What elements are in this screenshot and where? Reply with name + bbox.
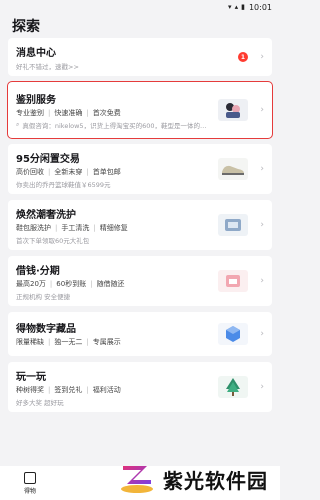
tag: 最高20万 <box>16 279 46 288</box>
card-tags: 鞋包服洗护 | 手工清洗 | 精细修复 <box>16 223 128 232</box>
card-tags: 限量稀缺 | 独一无二 | 专属展示 <box>16 337 121 346</box>
card-tags: 最高20万 | 60秒到账 | 随借随还 <box>16 279 125 288</box>
tag: 快速准确 <box>54 108 83 117</box>
watermark: 紫光软件园 <box>117 462 268 496</box>
card-subtitle: 好礼不错过，速戳>> <box>16 62 79 71</box>
card-subtitle: 好多大奖 超好玩 <box>16 398 64 407</box>
card-messages[interactable]: 消息中心 好礼不错过，速戳>> 1 › <box>8 38 272 76</box>
card-loan[interactable]: 借钱·分期 最高20万 | 60秒到账 | 随借随还 正规机构 安全便捷 › <box>8 256 272 306</box>
tag: 专业鉴别 <box>16 108 44 117</box>
card-title: 借钱·分期 <box>16 265 60 277</box>
card-care[interactable]: 焕然潮奢洗护 鞋包服洗护 | 手工清洗 | 精细修复 首次下单领取60元大礼包 › <box>8 200 272 250</box>
tag: 专属展示 <box>92 337 121 346</box>
card-title: 焕然潮奢洗护 <box>16 209 76 221</box>
card-title: 消息中心 <box>16 47 56 59</box>
cube-icon <box>218 323 248 345</box>
signal-icon: ▴ <box>234 3 239 11</box>
card-tags: 种树得奖 | 签到兑礼 | 福利活动 <box>16 385 121 394</box>
chevron-right-icon: › <box>260 164 264 174</box>
tag: 精细修复 <box>99 223 128 232</box>
search-icon: ⌕ <box>16 120 20 128</box>
card-subtitle: 你卖出的乔丹篮球鞋值￥6599元 <box>16 180 111 189</box>
wallet-icon <box>218 270 248 292</box>
tag: 独一无二 <box>54 337 83 346</box>
tag: 首单包邮 <box>92 167 121 176</box>
card-digital[interactable]: 得物数字藏品 限量稀缺 | 独一无二 | 专属展示 › <box>8 312 272 356</box>
tag: 种树得奖 <box>16 385 44 394</box>
card-title: 得物数字藏品 <box>16 323 76 335</box>
card-title: 玩一玩 <box>16 371 46 383</box>
card-auth-service[interactable]: 鉴别服务 专业鉴别 | 快速准确 | 首次免费 ⌕ 真假咨询：nikelow5，识货… <box>7 81 273 139</box>
battery-icon: ▮ <box>241 3 245 11</box>
home-icon <box>24 471 36 484</box>
page-title: 探索 <box>12 19 40 35</box>
status-time: 10:01 <box>248 2 272 12</box>
explore-list: 消息中心 好礼不错过，速戳>> 1 › 鉴别服务 专业鉴别 | 快速准确 | 首次免… <box>0 38 280 412</box>
tag: 手工清洗 <box>61 223 90 232</box>
watermark-text: 紫光软件园 <box>163 468 268 493</box>
chevron-right-icon: › <box>260 220 264 230</box>
tag: 签到兑礼 <box>54 385 83 394</box>
card-tags: 专业鉴别 | 快速准确 | 首次免费 <box>16 108 121 117</box>
tag: 鞋包服洗护 <box>16 223 51 232</box>
washing-service-icon <box>218 214 248 236</box>
chevron-right-icon: › <box>260 382 264 392</box>
tag: 随借随还 <box>96 279 125 288</box>
status-bar: ▾ ▴ ▮ 10:01 <box>0 0 280 14</box>
tag: 高价回收 <box>16 167 44 176</box>
chevron-right-icon: › <box>260 329 264 339</box>
tab-label: 得物 <box>24 487 37 495</box>
card-trade[interactable]: 95分闲置交易 高价回收 | 全新未穿 | 首单包邮 你卖出的乔丹篮球鞋值￥6599… <box>8 144 272 194</box>
card-subtitle: 正规机构 安全便捷 <box>16 292 71 301</box>
status-icons: ▾ ▴ ▮ <box>228 3 245 11</box>
tree-icon <box>218 376 248 398</box>
card-tags: 高价回收 | 全新未穿 | 首单包邮 <box>16 167 121 176</box>
watermark-logo-icon <box>121 466 153 493</box>
chevron-right-icon: › <box>260 105 264 115</box>
card-title: 鉴别服务 <box>16 94 56 106</box>
chevron-right-icon: › <box>260 52 264 62</box>
chevron-right-icon: › <box>260 276 264 286</box>
tag: 首次免费 <box>92 108 121 117</box>
unread-badge: 1 <box>238 52 248 62</box>
consult-line: ⌕ 真假咨询：nikelow5，识货上得淘宝买的600，鞋型是一体的下不了 <box>16 120 210 130</box>
card-subtitle: 真假咨询：nikelow5，识货上得淘宝买的600，鞋型是一体的下不了 <box>22 121 210 130</box>
tab-dewu[interactable]: 得物 <box>24 471 37 495</box>
card-play[interactable]: 玩一玩 种树得奖 | 签到兑礼 | 福利活动 好多大奖 超好玩 › <box>8 362 272 412</box>
tag: 60秒到账 <box>56 279 87 288</box>
tag: 福利活动 <box>92 385 121 394</box>
tag: 全新未穿 <box>54 167 83 176</box>
auth-illustration-icon <box>218 99 248 121</box>
tag: 限量稀缺 <box>16 337 44 346</box>
card-subtitle: 首次下单领取60元大礼包 <box>16 236 90 245</box>
sneaker-image-icon <box>218 158 248 180</box>
card-title: 95分闲置交易 <box>16 153 80 165</box>
wifi-icon: ▾ <box>228 3 232 11</box>
